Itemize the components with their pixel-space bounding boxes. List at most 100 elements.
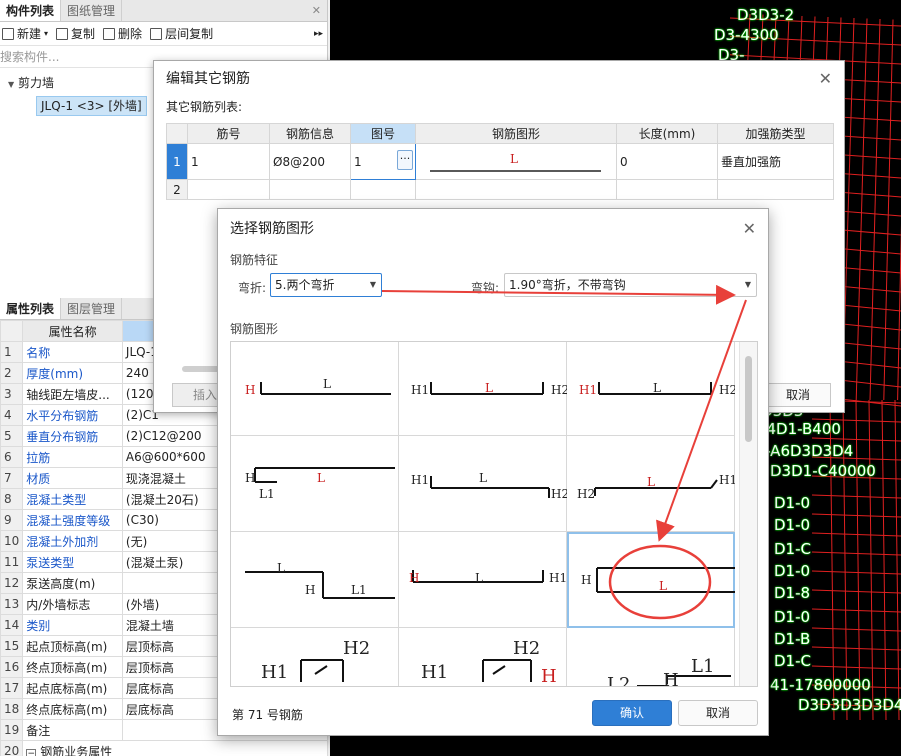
col-type[interactable]: 加强筋类型 [717, 123, 834, 144]
edit-cancel-button[interactable]: 取消 [765, 383, 831, 407]
shape-drawing: H1 H2 [261, 638, 370, 683]
toolbar-more-icon[interactable]: ▸▸ [314, 29, 323, 39]
col-bar-no[interactable]: 筋号 [187, 123, 270, 144]
tab-prop-list[interactable]: 属性列表 [0, 298, 62, 319]
scrollbar-thumb[interactable] [745, 356, 752, 442]
shape-cell[interactable]: L H L1 [231, 532, 399, 628]
bend-label: 弯折: [238, 281, 267, 295]
shape-label: L [653, 381, 661, 395]
col-fig[interactable]: 图号 [350, 123, 416, 144]
bend-select[interactable]: 5.两个弯折 ▼ [270, 273, 382, 297]
prop-row[interactable]: 20− 钢筋业务属性 [0, 740, 328, 756]
shape-cell[interactable]: H1 H2 H [399, 628, 567, 686]
new-button[interactable]: 新建 ▾ [2, 25, 48, 42]
tab-layer-manage[interactable]: 图层管理 [61, 298, 123, 319]
tab-drawing-manage[interactable]: 图纸管理 [61, 0, 123, 21]
prop-row-num: 15 [0, 635, 24, 657]
grid-hscrollbar[interactable] [182, 366, 222, 372]
shapes-label: 钢筋图形 [230, 322, 279, 336]
cell-fig[interactable] [350, 179, 416, 200]
cell-bar-no[interactable] [187, 179, 270, 200]
tree-expand-icon[interactable]: ▼ [8, 80, 14, 89]
shape-cell[interactable]: H2 L H1 [567, 436, 735, 532]
edit-dialog-title: 编辑其它钢筋 [166, 71, 250, 87]
shape-drawing: H L H1 [409, 570, 567, 585]
shape-cell[interactable]: L1 L2 H [567, 628, 735, 686]
shape-cell[interactable]: H L H1 [399, 532, 567, 628]
chevron-down-icon: ▼ [369, 280, 376, 289]
grid-line [855, 18, 868, 401]
grid-line [868, 399, 874, 721]
grid-line [811, 627, 901, 632]
collapse-icon[interactable]: − [26, 748, 37, 756]
fig-browse-button[interactable]: ··· [397, 150, 413, 170]
prop-row-num: 7 [0, 467, 24, 489]
col-length[interactable]: 长度(mm) [616, 123, 718, 144]
shape-label: H2 [551, 487, 567, 501]
cad-label: D1-0 [774, 562, 811, 580]
grid-line [811, 665, 901, 670]
row-number[interactable]: 1 [166, 143, 188, 180]
cell-fig[interactable]: 1 ··· [350, 143, 416, 180]
table-row[interactable]: 1 1 Ø8@200 1 ··· L 0 垂直加强筋 [166, 143, 834, 180]
cell-type[interactable]: 垂直加强筋 [717, 143, 834, 180]
select-shape-dialog: 选择钢筋图形 ✕ 钢筋特征 弯折: 5.两个弯折 ▼ 弯钩: 1.90°弯折，不… [217, 208, 769, 736]
prop-name-text: 类别 [26, 618, 51, 633]
shape-cell[interactable]: H L L1 [231, 436, 399, 532]
edit-dialog-close-icon[interactable]: ✕ [819, 69, 832, 88]
shape-cancel-button[interactable]: 取消 [678, 700, 758, 726]
cell-type[interactable] [717, 179, 834, 200]
prop-name-text: 混凝土类型 [26, 492, 87, 507]
prop-name-text: 泵送高度(m) [26, 576, 96, 591]
tree-item-jlq1[interactable]: JLQ-1 <3> [外墙] [36, 96, 147, 116]
copy-button[interactable]: 复制 [56, 25, 95, 42]
cell-info[interactable] [269, 179, 351, 200]
shape-cell[interactable]: HL [231, 342, 399, 436]
delete-button[interactable]: 删除 [103, 25, 142, 42]
shape-drawing: HL [245, 377, 391, 397]
shape-drawing: H1 L H2 [579, 381, 735, 397]
shape-cell[interactable]: H1 L H2 [567, 342, 735, 436]
shape-grid-scrollbar[interactable] [739, 342, 757, 686]
grid-line [811, 608, 901, 613]
prop-name: 内/外墙标志 [22, 593, 123, 615]
table-row[interactable]: 2 [166, 179, 834, 200]
chevron-down-icon: ▼ [744, 280, 751, 289]
confirm-button[interactable]: 确认 [592, 700, 672, 726]
prop-row-num: 12 [0, 572, 24, 594]
shape-dialog-close-icon[interactable]: ✕ [743, 219, 756, 238]
prop-name-text: 轴线距左墙皮... [26, 387, 110, 402]
col-info[interactable]: 钢筋信息 [269, 123, 351, 144]
row-number[interactable]: 2 [166, 179, 188, 200]
shape-cell[interactable]: H1 L H2 [399, 436, 567, 532]
cell-length[interactable]: 0 [616, 143, 718, 180]
prop-name-text: 垂直分布钢筋 [26, 429, 99, 444]
prop-name-text: 备注 [26, 723, 51, 738]
new-dropdown-icon[interactable]: ▾ [44, 29, 48, 38]
floor-copy-button[interactable]: 层间复制 [150, 25, 213, 42]
tab-component-list[interactable]: 构件列表 [0, 0, 62, 21]
cell-length[interactable] [616, 179, 718, 200]
shape-cell[interactable]: H1 H2 [231, 628, 399, 686]
cell-info[interactable]: Ø8@200 [269, 143, 351, 180]
prop-row-num: 2 [0, 362, 24, 384]
shape-label: H [409, 571, 419, 585]
cell-bar-no[interactable]: 1 [187, 143, 270, 180]
shape-label: L1 [259, 487, 275, 501]
cell-fig-value: 1 [354, 154, 362, 169]
prop-name-text: 钢筋业务属性 [40, 744, 113, 756]
shape-label: H [245, 383, 255, 397]
shape-cell[interactable]: HL [567, 532, 735, 628]
cell-shape[interactable] [415, 179, 617, 200]
shape-label: H1 [411, 473, 429, 487]
new-icon [2, 27, 14, 40]
hook-select[interactable]: 1.90°弯折，不带弯钩 ▼ [504, 273, 757, 297]
prop-name: 混凝土类型 [22, 488, 123, 510]
prop-name-text: 起点顶标高(m) [26, 639, 108, 654]
shape-cell[interactable]: H1 L H2 [399, 342, 567, 436]
panel-close-icon[interactable]: ✕ [312, 4, 321, 17]
shape-label: H2 [577, 487, 595, 501]
grid-line [881, 399, 887, 721]
shape-label: L [317, 471, 325, 485]
col-shape[interactable]: 钢筋图形 [415, 123, 617, 144]
